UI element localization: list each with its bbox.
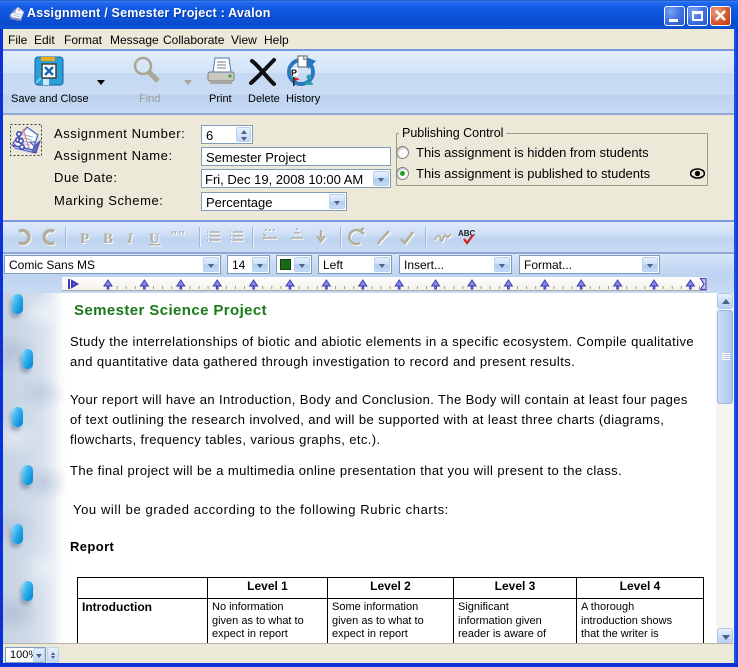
svg-text:P: P: [80, 231, 89, 247]
svg-text:U: U: [149, 231, 160, 247]
svg-text:B: B: [103, 231, 113, 247]
svg-text:"": "": [170, 229, 186, 244]
svg-text:I: I: [126, 231, 134, 247]
svg-text:P: P: [291, 68, 297, 78]
